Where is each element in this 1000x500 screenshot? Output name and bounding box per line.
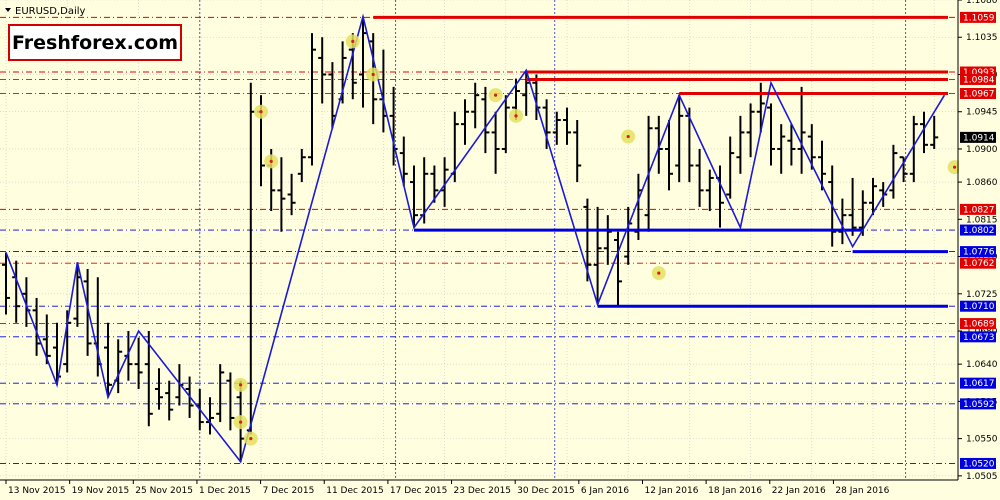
price-label: 1.0520 [960,457,996,469]
date-tick-label: 23 Dec 2015 [454,486,512,496]
signal-marker [264,154,279,169]
signal-marker [233,377,248,392]
marker-dot [269,159,273,163]
marker-dot [514,114,518,118]
price-label: 1.0827 [960,203,996,215]
price-chart: 1.10801.10351.09901.09451.09001.08601.08… [0,0,1000,500]
marker-dot [351,39,355,43]
price-label-text: 1.0914 [963,133,995,143]
chart-window: 1.10801.10351.09901.09451.09001.08601.08… [0,0,1000,500]
price-label: 1.1059 [960,11,996,23]
date-tick-label: 6 Jan 2016 [581,486,629,496]
date-tick-label: 12 Jan 2016 [644,486,698,496]
price-tick-label: 1.0860 [966,178,998,188]
price-label-text: 1.0776 [963,248,995,258]
date-tick-label: 17 Dec 2015 [390,486,448,496]
price-label-text: 1.0617 [963,379,995,389]
price-tick-label: 1.1080 [966,0,998,6]
marker-dot [239,420,243,424]
signal-marker [345,34,360,49]
price-label-text: 1.0967 [963,90,995,100]
price-label: 1.0762 [960,257,996,269]
date-tick-label: 13 Nov 2015 [8,486,66,496]
date-tick-label: 18 Jan 2016 [708,486,762,496]
price-label-text: 1.0520 [963,459,995,469]
price-tick-label: 1.0640 [966,360,998,370]
date-tick-label: 19 Nov 2015 [72,486,130,496]
date-tick-label: 25 Nov 2015 [135,486,193,496]
signal-marker [254,104,268,119]
price-tick-label: 1.1035 [966,33,998,43]
signal-marker [621,129,636,144]
price-tick-label: 1.0505 [966,472,998,482]
price-label: 1.0984 [960,73,996,85]
brand-logo: Freshforex.com [8,24,182,61]
marker-dot [657,271,661,275]
signal-marker [488,88,503,103]
signal-marker [243,431,258,446]
marker-dot [249,437,253,441]
price-tick-label: 1.0550 [966,435,998,445]
price-label: 1.0802 [960,224,996,236]
symbol-title: EURUSD,Daily [15,6,86,17]
marker-dot [371,72,375,77]
date-tick-label: 1 Dec 2015 [199,486,251,496]
price-label-text: 1.0762 [963,259,995,269]
price-label: 1.0710 [960,300,996,312]
price-label-text: 1.0802 [963,226,995,236]
price-label-text: 1.1059 [963,13,995,23]
date-tick-label: 11 Dec 2015 [326,486,384,496]
price-tick-label: 1.0900 [966,145,998,155]
marker-dot [259,110,263,114]
marker-dot [239,383,243,387]
signal-marker [233,415,248,430]
date-tick-label: 22 Jan 2016 [772,486,826,496]
price-tick-label: 1.0725 [966,290,998,300]
date-tick-label: 7 Dec 2015 [263,486,315,496]
signal-marker [651,266,666,281]
signal-marker [509,108,523,123]
price-tick-label: 1.0945 [966,108,998,118]
symbol-header: EURUSD,Daily [5,6,86,17]
marker-dot [953,165,957,169]
date-axis: 13 Nov 2015 19 Nov 2015 25 Nov 2015 1 Dec 2… [0,480,958,500]
price-label-text: 1.0689 [963,320,995,330]
date-tick-label: 28 Jan 2016 [835,486,889,496]
price-label-text: 1.0984 [963,75,995,85]
price-label: 1.0592 [960,398,996,410]
price-label: 1.0776 [960,246,996,258]
price-label-text: 1.0592 [963,400,995,410]
marker-dot [626,134,630,139]
date-tick-label: 30 Dec 2015 [517,486,575,496]
marker-dot [494,93,498,97]
signal-marker [366,67,381,82]
price-label: 1.0689 [960,318,996,330]
price-label-text: 1.0673 [963,333,995,343]
price-tick-label: 1.0815 [966,215,998,225]
price-label: 1.0617 [960,377,996,389]
price-label: 1.0967 [960,88,996,100]
price-label: 1.0914 [960,131,996,143]
price-label: 1.0673 [960,331,996,343]
price-label-text: 1.0827 [963,205,995,215]
price-label-text: 1.0710 [963,302,995,312]
